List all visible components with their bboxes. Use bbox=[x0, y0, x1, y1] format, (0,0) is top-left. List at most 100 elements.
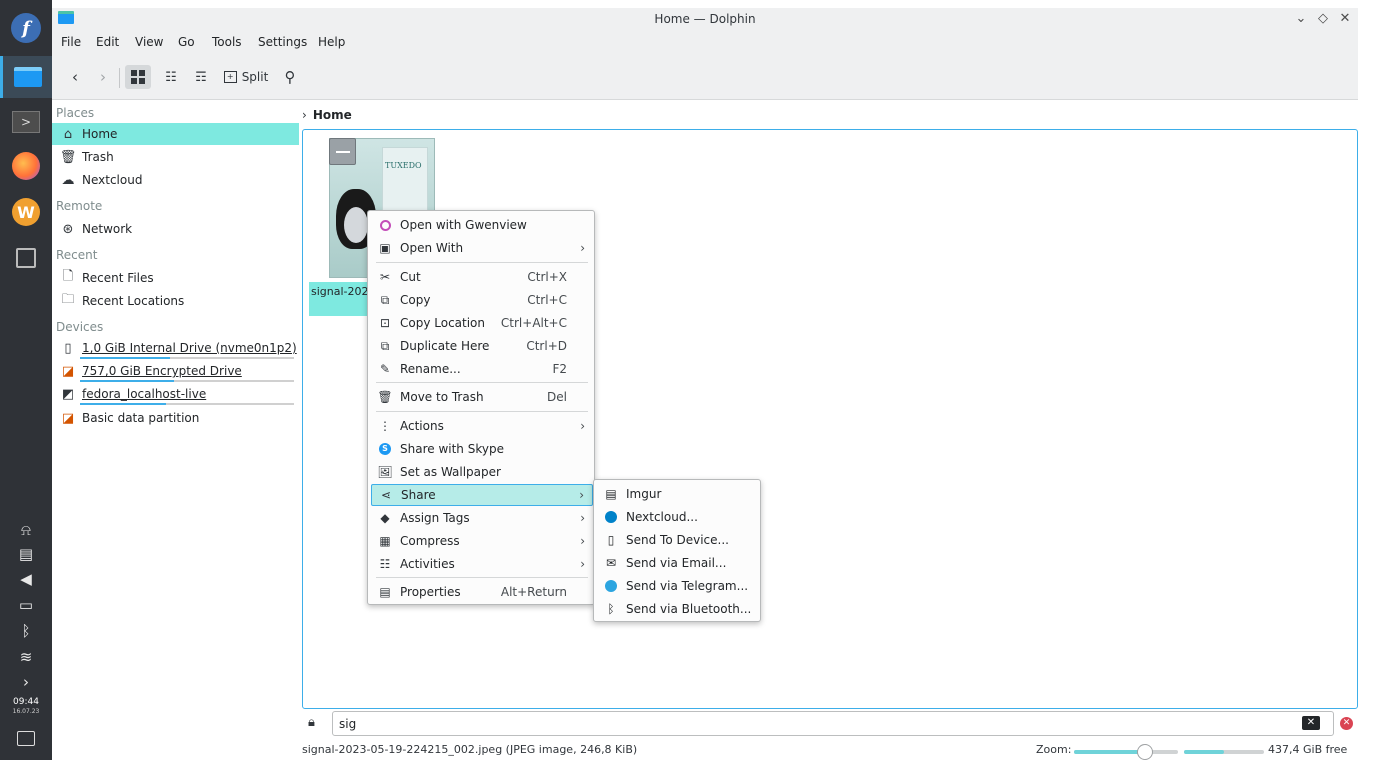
fedora-launcher-icon[interactable]: f bbox=[8, 10, 44, 46]
volume-muted-icon[interactable]: ◀ bbox=[12, 568, 40, 590]
place-recent-locations[interactable]: 🗀 Recent Locations bbox=[52, 290, 299, 312]
share-icon: ⋖ bbox=[380, 488, 392, 502]
split-icon: + bbox=[223, 71, 237, 83]
menu-duplicate-label: Duplicate Here bbox=[400, 339, 490, 353]
menu-settings[interactable]: Settings bbox=[258, 35, 307, 49]
zoom-slider[interactable] bbox=[1074, 744, 1178, 760]
menu-go[interactable]: Go bbox=[178, 35, 195, 49]
forward-icon[interactable]: › bbox=[92, 65, 114, 89]
menu-file[interactable]: File bbox=[61, 35, 81, 49]
close-filter-icon[interactable]: ✕ bbox=[1340, 717, 1353, 730]
breadcrumb: › Home bbox=[302, 105, 352, 125]
place-encrypted-drive[interactable]: ◪ 757,0 GiB Encrypted Drive bbox=[52, 360, 299, 382]
share-email-label: Send via Email... bbox=[626, 556, 727, 570]
menu-properties[interactable]: ▤ Properties Alt+Return bbox=[371, 581, 593, 603]
submenu-arrow-icon: › bbox=[580, 419, 585, 433]
split-label: Split bbox=[241, 70, 269, 84]
menu-copy-location[interactable]: ⊡ Copy Location Ctrl+Alt+C bbox=[371, 312, 593, 334]
split-button[interactable]: + Split bbox=[220, 65, 272, 89]
menu-set-wallpaper[interactable]: 🖼︎ Set as Wallpaper bbox=[371, 461, 593, 483]
back-icon[interactable]: ‹ bbox=[64, 65, 86, 89]
filter-input[interactable] bbox=[332, 711, 1334, 736]
search-icon[interactable]: ⚲ bbox=[278, 65, 302, 89]
place-trash[interactable]: 🗑 Trash bbox=[52, 146, 299, 168]
icons-view-icon bbox=[131, 70, 145, 84]
share-telegram-label: Send via Telegram... bbox=[626, 579, 749, 593]
menu-edit[interactable]: Edit bbox=[96, 35, 119, 49]
menu-open-gwenview[interactable]: Open with Gwenview bbox=[371, 214, 593, 236]
share-bluetooth[interactable]: ᛒ Send via Bluetooth... bbox=[597, 598, 759, 620]
show-desktop-icon[interactable] bbox=[17, 731, 35, 746]
menu-cut[interactable]: ✂ Cut Ctrl+X bbox=[371, 266, 593, 288]
zoom-slider-handle[interactable] bbox=[1136, 744, 1153, 760]
firefox-icon[interactable] bbox=[8, 148, 44, 184]
free-space-fill bbox=[1184, 750, 1224, 754]
clipboard-icon[interactable]: ▤ bbox=[12, 543, 40, 565]
battery-icon[interactable]: ▭ bbox=[12, 594, 40, 616]
breadcrumb-chevron-icon[interactable]: › bbox=[302, 108, 307, 122]
minimize-icon[interactable]: ⌄ bbox=[1292, 10, 1310, 28]
place-network[interactable]: ⊛ Network bbox=[52, 218, 299, 240]
clear-filter-icon[interactable]: ✕ bbox=[1302, 716, 1320, 730]
place-recent-files[interactable]: 🗋 Recent Files bbox=[52, 267, 299, 289]
notifications-icon[interactable]: ⍾ bbox=[12, 519, 40, 541]
menu-copy[interactable]: ⧉ Copy Ctrl+C bbox=[371, 289, 593, 311]
network-icon: ⊛ bbox=[62, 221, 74, 237]
tag-icon: ◆ bbox=[380, 511, 390, 525]
menu-help[interactable]: Help bbox=[318, 35, 345, 49]
menu-tools[interactable]: Tools bbox=[212, 35, 242, 49]
submenu-arrow-icon: › bbox=[580, 534, 585, 548]
cloud-icon: ☁ bbox=[61, 172, 75, 188]
share-nextcloud[interactable]: Nextcloud... bbox=[597, 506, 759, 528]
menu-compress[interactable]: ▦ Compress › bbox=[371, 530, 593, 552]
menu-move-to-trash[interactable]: 🗑︎ Move to Trash Del bbox=[371, 386, 593, 408]
menu-duplicate-shortcut: Ctrl+D bbox=[526, 339, 567, 353]
share-telegram[interactable]: Send via Telegram... bbox=[597, 575, 759, 597]
clock-time: 09:44 bbox=[13, 697, 39, 707]
menu-rename[interactable]: ✎ Rename... F2 bbox=[371, 358, 593, 380]
menu-copy-label: Copy bbox=[400, 293, 431, 307]
menu-assign-tags[interactable]: ◆ Assign Tags › bbox=[371, 507, 593, 529]
menu-share[interactable]: ⋖ Share › bbox=[371, 484, 593, 506]
remote-header: Remote bbox=[56, 199, 103, 213]
bluetooth-icon[interactable]: ᛒ bbox=[12, 620, 40, 642]
share-send-to-device[interactable]: ▯ Send To Device... bbox=[597, 529, 759, 551]
home-icon: ⌂ bbox=[63, 126, 73, 142]
menu-copy-location-label: Copy Location bbox=[400, 316, 486, 330]
clock[interactable]: 09:44 16.07.23 bbox=[0, 697, 52, 716]
terminal-icon[interactable]: > bbox=[8, 104, 44, 140]
breadcrumb-current[interactable]: Home bbox=[313, 108, 352, 122]
wifi-icon[interactable]: ≋ bbox=[12, 646, 40, 668]
place-basic-partition[interactable]: ◪ Basic data partition bbox=[52, 407, 299, 429]
menu-duplicate[interactable]: ⧉ Duplicate Here Ctrl+D bbox=[371, 335, 593, 357]
place-fedora-live[interactable]: ◩ fedora_localhost-live bbox=[52, 383, 299, 405]
menu-move-to-trash-label: Move to Trash bbox=[400, 390, 484, 404]
maximize-icon[interactable]: ◇ bbox=[1314, 10, 1332, 28]
submenu-arrow-icon: › bbox=[580, 241, 585, 255]
menu-share-skype[interactable]: S Share with Skype bbox=[371, 438, 593, 460]
selection-toggle[interactable] bbox=[329, 138, 356, 165]
tray-expand-icon[interactable]: › bbox=[12, 671, 40, 693]
menu-actions[interactable]: ⋮ Actions › bbox=[371, 415, 593, 437]
submenu-arrow-icon: › bbox=[580, 511, 585, 525]
share-imgur[interactable]: ▤ Imgur bbox=[597, 483, 759, 505]
menu-activities[interactable]: ☷ Activities › bbox=[371, 553, 593, 575]
place-home[interactable]: ⌂ Home bbox=[52, 123, 299, 145]
details-view-icon[interactable]: ☶ bbox=[188, 65, 214, 89]
place-fedora-live-label: fedora_localhost-live bbox=[82, 387, 207, 401]
dolphin-task-icon[interactable] bbox=[0, 56, 52, 98]
place-internal-drive[interactable]: ▯ 1,0 GiB Internal Drive (nvme0n1p2) bbox=[52, 337, 299, 359]
share-email[interactable]: ✉ Send via Email... bbox=[597, 552, 759, 574]
menu-open-gwenview-label: Open with Gwenview bbox=[400, 218, 527, 232]
menu-open-with[interactable]: ▣ Open With › bbox=[371, 237, 593, 259]
compact-view-icon[interactable]: ☷ bbox=[158, 65, 184, 89]
menu-set-wallpaper-label: Set as Wallpaper bbox=[400, 465, 501, 479]
filter-lock-icon[interactable]: 🔒︎ bbox=[308, 715, 315, 730]
place-nextcloud[interactable]: ☁ Nextcloud bbox=[52, 169, 299, 191]
w-app-icon[interactable]: W bbox=[8, 194, 44, 230]
titlebar[interactable]: Home — Dolphin ⌄ ◇ ✕ bbox=[52, 8, 1358, 30]
window-app-icon[interactable] bbox=[8, 240, 44, 276]
icons-view-button[interactable] bbox=[125, 65, 151, 89]
close-icon[interactable]: ✕ bbox=[1336, 10, 1354, 28]
menu-view[interactable]: View bbox=[135, 35, 163, 49]
